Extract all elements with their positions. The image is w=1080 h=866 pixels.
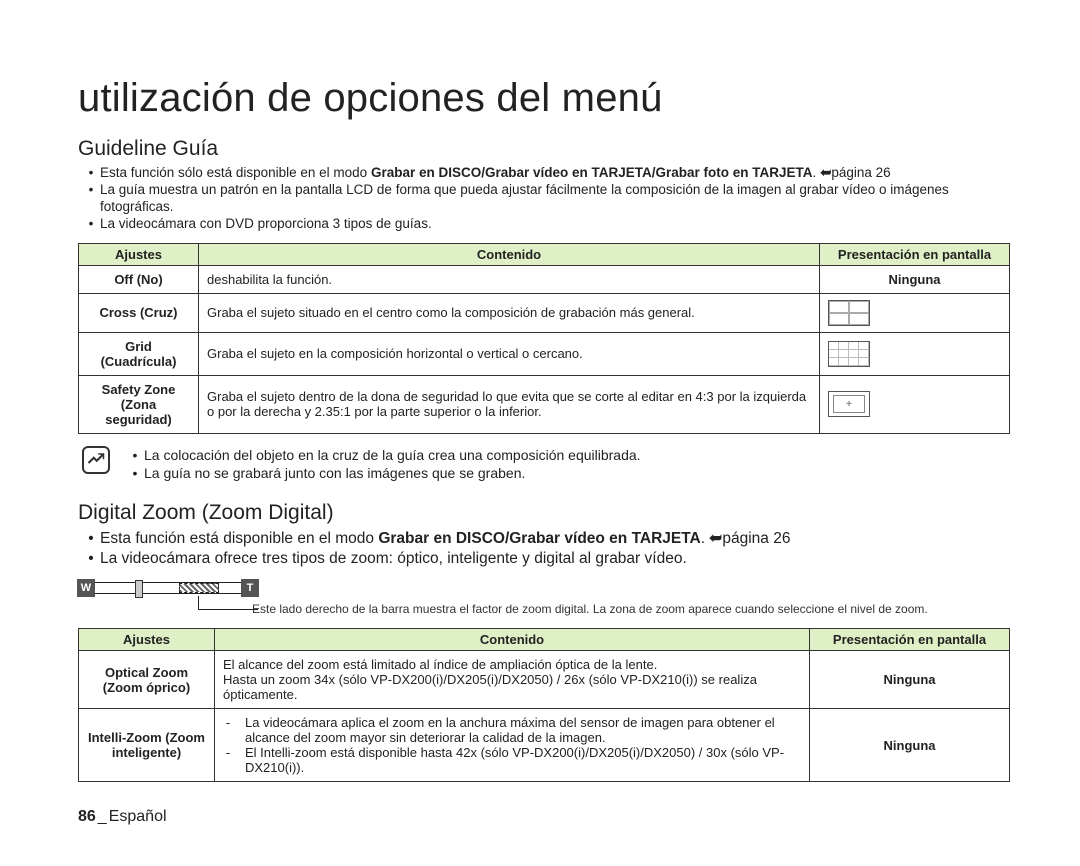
zoom-tele-cap: T — [241, 579, 259, 597]
text: Esta función sólo está disponible en el … — [100, 165, 371, 180]
th-display: Presentación en pantalla — [820, 243, 1010, 265]
digitalzoom-table: Ajustes Contenido Presentación en pantal… — [78, 628, 1010, 782]
cell-setting: Optical Zoom (Zoom óprico) — [79, 651, 215, 709]
guideline-table: Ajustes Contenido Presentación en pantal… — [78, 243, 1010, 434]
cross-guide-icon — [828, 300, 870, 326]
text: El alcance del zoom está limitado al índ… — [223, 657, 801, 672]
th-display: Presentación en pantalla — [810, 629, 1010, 651]
cell-display: Ninguna — [810, 709, 1010, 782]
safety-zone-icon: + — [828, 391, 870, 417]
page-title: utilización de opciones del menú — [78, 76, 1010, 121]
text: . — [813, 165, 821, 180]
th-settings: Ajustes — [79, 243, 199, 265]
cell-display: Ninguna — [810, 651, 1010, 709]
cell-setting: Cross (Cruz) — [79, 293, 199, 332]
cell-content: El alcance del zoom está limitado al índ… — [215, 651, 810, 709]
digitalzoom-bullets: • Esta función está disponible en el mod… — [82, 529, 1010, 568]
th-settings: Ajustes — [79, 629, 215, 651]
page-footer: 86_Español — [78, 808, 167, 826]
digitalzoom-heading: Digital Zoom (Zoom Digital) — [78, 501, 1010, 525]
text: Hasta un zoom 34x (sólo VP-DX200(i)/DX20… — [223, 672, 801, 702]
bold-mode: Grabar en DISCO/Grabar vídeo en TARJETA — [378, 530, 700, 547]
zoom-digital-segment-icon — [179, 583, 219, 593]
zoom-caption: Este lado derecho de la barra muestra el… — [252, 602, 1010, 616]
footer-lang: Español — [109, 808, 167, 825]
text: La videocámara con DVD proporciona 3 tip… — [100, 216, 1010, 233]
cell-display — [820, 332, 1010, 375]
zoom-wide-cap: W — [77, 579, 95, 597]
cell-display: + — [820, 375, 1010, 433]
text: Esta función está disponible en el modo — [100, 530, 378, 547]
cell-display: Ninguna — [820, 265, 1010, 293]
cell-setting: Off (No) — [79, 265, 199, 293]
page-arrow-icon: ➥ — [709, 529, 722, 548]
guideline-note: •La colocación del objeto en la cruz de … — [82, 446, 1010, 484]
note-icon — [82, 446, 110, 474]
page-number: 86 — [78, 808, 96, 825]
cell-content: Graba el sujeto situado en el centro com… — [199, 293, 820, 332]
leader-line-icon — [198, 596, 258, 610]
cell-display — [820, 293, 1010, 332]
page-ref: página 26 — [722, 530, 790, 547]
table-row: Grid (Cuadrícula) Graba el sujeto en la … — [79, 332, 1010, 375]
note-line: La colocación del objeto en la cruz de l… — [144, 446, 641, 465]
zoom-bar-icon: W T — [78, 582, 258, 594]
cell-content: Graba el sujeto dentro de la dona de seg… — [199, 375, 820, 433]
text: La videocámara aplica el zoom en la anch… — [245, 715, 801, 745]
grid-guide-icon — [828, 341, 870, 367]
cell-setting: Safety Zone (Zona seguridad) — [79, 375, 199, 433]
page-ref: página 26 — [831, 165, 890, 180]
text: La videocámara ofrece tres tipos de zoom… — [100, 549, 1010, 568]
zoom-figure: W T Este lado derecho de la barra muestr… — [78, 578, 1010, 622]
text: El Intelli-zoom está disponible hasta 42… — [245, 745, 801, 775]
guideline-bullets: • Esta función sólo está disponible en e… — [82, 165, 1010, 233]
table-row: Cross (Cruz) Graba el sujeto situado en … — [79, 293, 1010, 332]
guideline-heading: Guideline Guía — [78, 137, 1010, 161]
text: La guía muestra un patrón en la pantalla… — [100, 182, 1010, 216]
zoom-handle-icon — [135, 580, 143, 598]
page-arrow-icon: ➥ — [820, 165, 831, 182]
bold-mode: Grabar en DISCO/Grabar vídeo en TARJETA/… — [371, 165, 813, 180]
cell-content: -La videocámara aplica el zoom en la anc… — [215, 709, 810, 782]
note-line: La guía no se grabará junto con las imág… — [144, 464, 525, 483]
cell-content: Graba el sujeto en la composición horizo… — [199, 332, 820, 375]
table-row: Intelli-Zoom (Zoom inteligente) -La vide… — [79, 709, 1010, 782]
cell-setting: Grid (Cuadrícula) — [79, 332, 199, 375]
table-row: Optical Zoom (Zoom óprico) El alcance de… — [79, 651, 1010, 709]
table-row: Safety Zone (Zona seguridad) Graba el su… — [79, 375, 1010, 433]
table-row: Off (No) deshabilita la función. Ninguna — [79, 265, 1010, 293]
th-content: Contenido — [215, 629, 810, 651]
cell-content: deshabilita la función. — [199, 265, 820, 293]
cell-setting: Intelli-Zoom (Zoom inteligente) — [79, 709, 215, 782]
th-content: Contenido — [199, 243, 820, 265]
